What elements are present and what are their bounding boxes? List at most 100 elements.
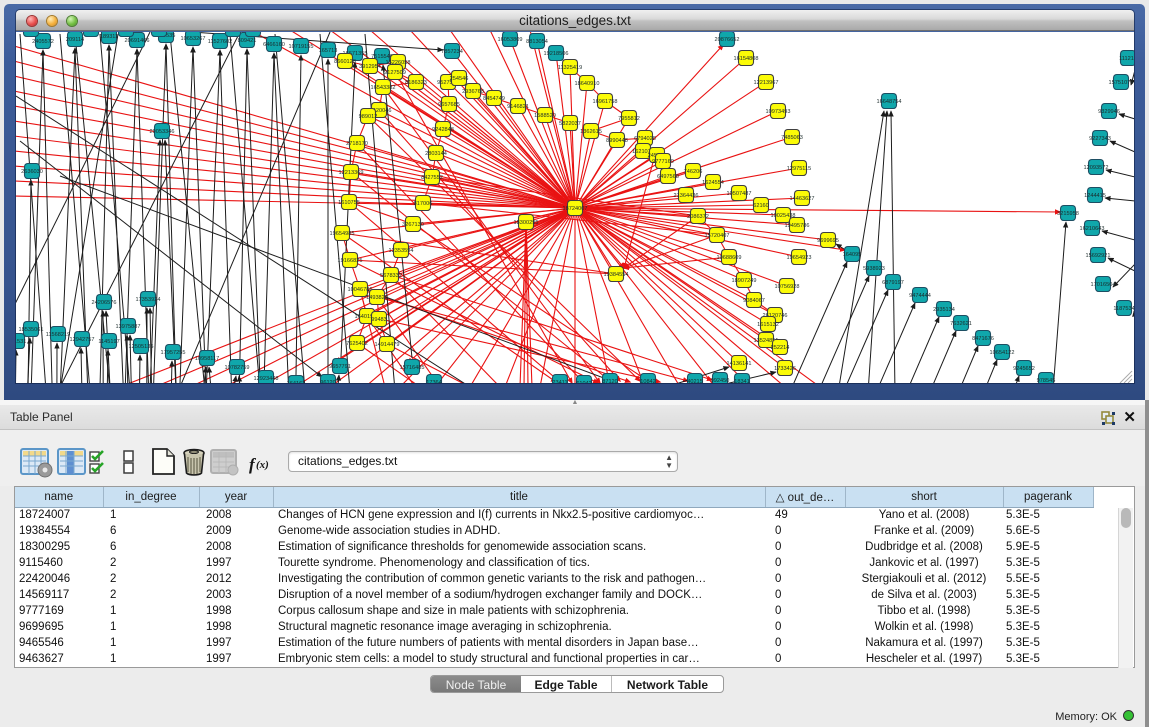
svg-text:6879197: 6879197: [882, 280, 904, 286]
svg-text:10782759: 10782759: [225, 365, 250, 371]
svg-text:9329946: 9329946: [1098, 109, 1120, 115]
svg-text:16210643: 16210643: [1080, 226, 1105, 232]
svg-text:10958117: 10958117: [195, 356, 219, 362]
svg-text:29053346: 29053346: [150, 129, 175, 135]
svg-text:40215: 40215: [687, 379, 703, 383]
svg-text:9657791: 9657791: [329, 364, 351, 370]
svg-text:10756928: 10756928: [775, 284, 800, 290]
svg-text:18640910: 18640910: [575, 81, 600, 87]
svg-text:1733426: 1733426: [774, 366, 796, 372]
svg-text:164095: 164095: [843, 252, 862, 258]
svg-text:20691406: 20691406: [125, 38, 150, 44]
svg-text:3912954: 3912954: [359, 64, 381, 70]
svg-text:1145197: 1145197: [98, 339, 119, 345]
svg-text:17016504: 17016504: [1091, 282, 1116, 288]
svg-text:1244415: 1244415: [1084, 193, 1106, 199]
svg-text:12093572: 12093572: [1084, 165, 1109, 171]
svg-text:17364: 17364: [426, 380, 442, 383]
svg-text:2086372: 2086372: [687, 214, 709, 220]
svg-text:10654122: 10654122: [990, 350, 1015, 356]
svg-text:15720407: 15720407: [705, 233, 730, 239]
svg-text:11325419: 11325419: [558, 65, 582, 71]
svg-text:9699695: 9699695: [817, 238, 839, 244]
svg-text:23411: 23411: [552, 380, 567, 383]
svg-text:17353924: 17353924: [136, 297, 161, 303]
svg-text:9227343: 9227343: [1089, 136, 1111, 142]
svg-text:252214: 252214: [771, 345, 790, 351]
svg-text:96120: 96120: [320, 380, 336, 383]
svg-text:13975887: 13975887: [116, 324, 141, 330]
svg-text:817006: 817006: [414, 201, 433, 207]
svg-text:17957255: 17957255: [161, 350, 186, 356]
svg-text:3267130: 3267130: [402, 222, 424, 228]
svg-text:7955812: 7955812: [618, 116, 640, 122]
svg-text:165713: 165713: [319, 48, 338, 54]
svg-text:9084067: 9084067: [743, 298, 765, 304]
svg-text:16053809: 16053809: [498, 37, 523, 43]
svg-text:2718170: 2718170: [346, 141, 368, 147]
svg-text:1624554: 1624554: [702, 180, 724, 186]
svg-text:12213369: 12213369: [339, 170, 364, 176]
svg-text:16961758: 16961758: [593, 99, 618, 105]
svg-text:1610755: 1610755: [338, 200, 360, 206]
svg-text:6794028: 6794028: [634, 136, 656, 142]
svg-text:189311: 189311: [100, 34, 118, 40]
svg-text:6497568: 6497568: [657, 174, 679, 180]
svg-text:18907249: 18907249: [732, 278, 757, 284]
svg-text:21364436: 21364436: [674, 193, 699, 199]
svg-text:8186323: 8186323: [405, 80, 427, 86]
svg-text:8990448: 8990448: [606, 138, 628, 144]
svg-text:1588520: 1588520: [534, 113, 556, 119]
svg-text:12505135: 12505135: [129, 344, 154, 350]
svg-text:164162: 164162: [287, 381, 306, 383]
svg-text:9127509: 9127509: [384, 70, 406, 76]
svg-text:9245652: 9245652: [1013, 366, 1035, 372]
svg-text:1615132: 1615132: [757, 322, 779, 328]
svg-text:391531: 391531: [16, 339, 26, 345]
svg-text:18535061: 18535061: [19, 327, 44, 333]
svg-text:2803144: 2803144: [425, 151, 447, 157]
svg-text:87120: 87120: [602, 379, 618, 383]
svg-text:12942757: 12942757: [70, 337, 95, 343]
svg-text:15692921: 15692921: [1086, 253, 1111, 259]
svg-text:9242848: 9242848: [432, 127, 454, 133]
svg-text:12353594: 12353594: [389, 248, 414, 254]
svg-text:9146821: 9146821: [507, 104, 529, 110]
svg-text:111213: 111213: [1119, 56, 1134, 62]
svg-text:6466160: 6466160: [263, 42, 285, 48]
svg-text:809421: 809421: [238, 38, 257, 44]
svg-text:19495786: 19495786: [785, 223, 810, 229]
svg-text:10719155: 10719155: [289, 44, 314, 50]
svg-text:19654985: 19654985: [330, 231, 355, 237]
svg-text:11527602: 11527602: [208, 39, 232, 45]
svg-text:16648754: 16648754: [877, 99, 902, 105]
svg-text:10653267: 10653267: [181, 36, 206, 42]
svg-text:62160: 62160: [753, 203, 769, 209]
svg-text:18341: 18341: [734, 379, 750, 383]
svg-text:7857234: 7857234: [441, 49, 463, 55]
svg-text:8813054: 8813054: [526, 39, 548, 45]
svg-text:10973493: 10973493: [766, 109, 791, 115]
svg-text:10688609: 10688609: [717, 255, 742, 261]
svg-text:16543382: 16543382: [371, 85, 396, 91]
svg-text:989012: 989012: [359, 114, 378, 120]
svg-text:992450: 992450: [711, 378, 730, 383]
svg-text:12975115: 12975115: [787, 166, 811, 172]
svg-text:14914479: 14914479: [375, 342, 400, 348]
svg-text:61042: 61042: [576, 381, 592, 383]
svg-text:8471676: 8471676: [972, 336, 994, 342]
svg-text:19654923: 19654923: [787, 255, 812, 261]
svg-text:11568219: 11568219: [46, 332, 70, 338]
svg-text:7485063: 7485063: [781, 135, 803, 141]
svg-text:19384554: 19384554: [604, 272, 629, 278]
svg-text:2405572: 2405572: [32, 39, 54, 45]
svg-text:8454749: 8454749: [483, 96, 505, 102]
svg-text:14136141: 14136141: [727, 361, 752, 367]
svg-text:10046786: 10046786: [348, 287, 373, 293]
svg-text:746206: 746206: [684, 169, 703, 175]
svg-text:2935134: 2935134: [933, 307, 955, 313]
svg-text:978545: 978545: [1037, 378, 1056, 383]
svg-text:209114: 209114: [66, 37, 84, 43]
svg-text:5938923: 5938923: [863, 266, 885, 272]
svg-text:20876652: 20876652: [715, 37, 740, 43]
